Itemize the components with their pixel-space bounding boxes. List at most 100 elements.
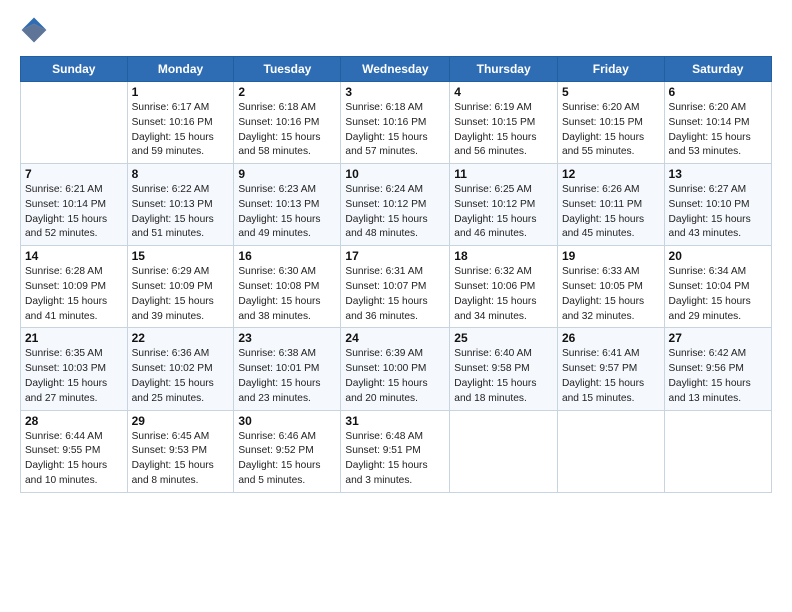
day-cell: 16 Sunrise: 6:30 AMSunset: 10:08 PMDayli… (234, 246, 341, 328)
day-cell: 31 Sunrise: 6:48 AMSunset: 9:51 PMDaylig… (341, 410, 450, 492)
day-info: Sunrise: 6:40 AMSunset: 9:58 PMDaylight:… (454, 347, 553, 406)
day-number: 2 (238, 85, 336, 99)
day-number: 22 (132, 331, 230, 345)
day-info: Sunrise: 6:18 AMSunset: 10:16 PMDaylight… (238, 101, 336, 160)
day-cell: 24 Sunrise: 6:39 AMSunset: 10:00 PMDayli… (341, 328, 450, 410)
week-row-3: 14 Sunrise: 6:28 AMSunset: 10:09 PMDayli… (21, 246, 772, 328)
day-cell: 11 Sunrise: 6:25 AMSunset: 10:12 PMDayli… (450, 164, 558, 246)
weekday-header-row: SundayMondayTuesdayWednesdayThursdayFrid… (21, 57, 772, 82)
day-number: 27 (669, 331, 767, 345)
day-number: 21 (25, 331, 123, 345)
logo (20, 16, 50, 44)
day-number: 20 (669, 249, 767, 263)
weekday-header-tuesday: Tuesday (234, 57, 341, 82)
header (20, 16, 772, 44)
day-info: Sunrise: 6:18 AMSunset: 10:16 PMDaylight… (345, 101, 445, 160)
day-info: Sunrise: 6:39 AMSunset: 10:00 PMDaylight… (345, 347, 445, 406)
calendar-table: SundayMondayTuesdayWednesdayThursdayFrid… (20, 56, 772, 493)
day-cell: 6 Sunrise: 6:20 AMSunset: 10:14 PMDaylig… (664, 82, 771, 164)
day-info: Sunrise: 6:22 AMSunset: 10:13 PMDaylight… (132, 183, 230, 242)
day-number: 7 (25, 167, 123, 181)
day-cell: 10 Sunrise: 6:24 AMSunset: 10:12 PMDayli… (341, 164, 450, 246)
week-row-4: 21 Sunrise: 6:35 AMSunset: 10:03 PMDayli… (21, 328, 772, 410)
day-info: Sunrise: 6:17 AMSunset: 10:16 PMDaylight… (132, 101, 230, 160)
day-cell: 20 Sunrise: 6:34 AMSunset: 10:04 PMDayli… (664, 246, 771, 328)
day-number: 6 (669, 85, 767, 99)
day-info: Sunrise: 6:46 AMSunset: 9:52 PMDaylight:… (238, 430, 336, 489)
day-cell: 21 Sunrise: 6:35 AMSunset: 10:03 PMDayli… (21, 328, 128, 410)
weekday-header-friday: Friday (557, 57, 664, 82)
day-cell: 7 Sunrise: 6:21 AMSunset: 10:14 PMDaylig… (21, 164, 128, 246)
day-number: 1 (132, 85, 230, 99)
day-number: 30 (238, 414, 336, 428)
day-info: Sunrise: 6:36 AMSunset: 10:02 PMDaylight… (132, 347, 230, 406)
day-cell: 2 Sunrise: 6:18 AMSunset: 10:16 PMDaylig… (234, 82, 341, 164)
day-number: 25 (454, 331, 553, 345)
day-number: 4 (454, 85, 553, 99)
day-cell: 28 Sunrise: 6:44 AMSunset: 9:55 PMDaylig… (21, 410, 128, 492)
day-cell: 3 Sunrise: 6:18 AMSunset: 10:16 PMDaylig… (341, 82, 450, 164)
day-number: 14 (25, 249, 123, 263)
day-info: Sunrise: 6:35 AMSunset: 10:03 PMDaylight… (25, 347, 123, 406)
page: SundayMondayTuesdayWednesdayThursdayFrid… (0, 0, 792, 612)
day-number: 9 (238, 167, 336, 181)
day-info: Sunrise: 6:41 AMSunset: 9:57 PMDaylight:… (562, 347, 660, 406)
day-number: 11 (454, 167, 553, 181)
day-cell: 22 Sunrise: 6:36 AMSunset: 10:02 PMDayli… (127, 328, 234, 410)
day-info: Sunrise: 6:38 AMSunset: 10:01 PMDaylight… (238, 347, 336, 406)
day-number: 8 (132, 167, 230, 181)
day-number: 15 (132, 249, 230, 263)
day-number: 3 (345, 85, 445, 99)
day-cell: 15 Sunrise: 6:29 AMSunset: 10:09 PMDayli… (127, 246, 234, 328)
day-info: Sunrise: 6:34 AMSunset: 10:04 PMDaylight… (669, 265, 767, 324)
day-number: 31 (345, 414, 445, 428)
day-info: Sunrise: 6:30 AMSunset: 10:08 PMDaylight… (238, 265, 336, 324)
day-number: 16 (238, 249, 336, 263)
day-number: 24 (345, 331, 445, 345)
day-cell (21, 82, 128, 164)
weekday-header-sunday: Sunday (21, 57, 128, 82)
day-info: Sunrise: 6:32 AMSunset: 10:06 PMDaylight… (454, 265, 553, 324)
day-cell: 30 Sunrise: 6:46 AMSunset: 9:52 PMDaylig… (234, 410, 341, 492)
day-info: Sunrise: 6:19 AMSunset: 10:15 PMDaylight… (454, 101, 553, 160)
day-info: Sunrise: 6:45 AMSunset: 9:53 PMDaylight:… (132, 430, 230, 489)
day-info: Sunrise: 6:29 AMSunset: 10:09 PMDaylight… (132, 265, 230, 324)
day-info: Sunrise: 6:44 AMSunset: 9:55 PMDaylight:… (25, 430, 123, 489)
day-number: 28 (25, 414, 123, 428)
day-cell: 14 Sunrise: 6:28 AMSunset: 10:09 PMDayli… (21, 246, 128, 328)
day-cell: 23 Sunrise: 6:38 AMSunset: 10:01 PMDayli… (234, 328, 341, 410)
weekday-header-thursday: Thursday (450, 57, 558, 82)
day-number: 23 (238, 331, 336, 345)
weekday-header-monday: Monday (127, 57, 234, 82)
day-info: Sunrise: 6:27 AMSunset: 10:10 PMDaylight… (669, 183, 767, 242)
day-cell: 12 Sunrise: 6:26 AMSunset: 10:11 PMDayli… (557, 164, 664, 246)
day-cell: 4 Sunrise: 6:19 AMSunset: 10:15 PMDaylig… (450, 82, 558, 164)
day-info: Sunrise: 6:33 AMSunset: 10:05 PMDaylight… (562, 265, 660, 324)
day-info: Sunrise: 6:20 AMSunset: 10:14 PMDaylight… (669, 101, 767, 160)
day-info: Sunrise: 6:26 AMSunset: 10:11 PMDaylight… (562, 183, 660, 242)
week-row-1: 1 Sunrise: 6:17 AMSunset: 10:16 PMDaylig… (21, 82, 772, 164)
day-number: 13 (669, 167, 767, 181)
weekday-header-wednesday: Wednesday (341, 57, 450, 82)
day-number: 10 (345, 167, 445, 181)
weekday-header-saturday: Saturday (664, 57, 771, 82)
day-number: 17 (345, 249, 445, 263)
day-cell: 27 Sunrise: 6:42 AMSunset: 9:56 PMDaylig… (664, 328, 771, 410)
day-info: Sunrise: 6:20 AMSunset: 10:15 PMDaylight… (562, 101, 660, 160)
day-info: Sunrise: 6:21 AMSunset: 10:14 PMDaylight… (25, 183, 123, 242)
week-row-5: 28 Sunrise: 6:44 AMSunset: 9:55 PMDaylig… (21, 410, 772, 492)
logo-icon (20, 16, 48, 44)
day-number: 12 (562, 167, 660, 181)
day-info: Sunrise: 6:23 AMSunset: 10:13 PMDaylight… (238, 183, 336, 242)
week-row-2: 7 Sunrise: 6:21 AMSunset: 10:14 PMDaylig… (21, 164, 772, 246)
day-cell: 26 Sunrise: 6:41 AMSunset: 9:57 PMDaylig… (557, 328, 664, 410)
day-cell (450, 410, 558, 492)
day-cell: 8 Sunrise: 6:22 AMSunset: 10:13 PMDaylig… (127, 164, 234, 246)
day-info: Sunrise: 6:28 AMSunset: 10:09 PMDaylight… (25, 265, 123, 324)
day-cell: 5 Sunrise: 6:20 AMSunset: 10:15 PMDaylig… (557, 82, 664, 164)
day-cell: 13 Sunrise: 6:27 AMSunset: 10:10 PMDayli… (664, 164, 771, 246)
day-cell: 29 Sunrise: 6:45 AMSunset: 9:53 PMDaylig… (127, 410, 234, 492)
day-info: Sunrise: 6:24 AMSunset: 10:12 PMDaylight… (345, 183, 445, 242)
day-cell: 19 Sunrise: 6:33 AMSunset: 10:05 PMDayli… (557, 246, 664, 328)
day-number: 29 (132, 414, 230, 428)
